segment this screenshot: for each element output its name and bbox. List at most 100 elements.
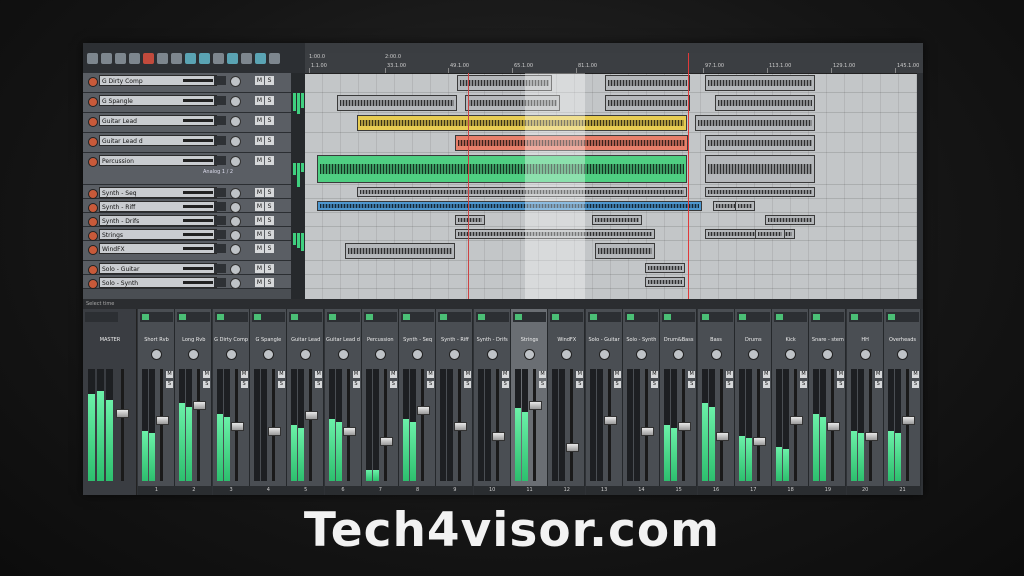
pan-knob[interactable] [230,264,241,275]
pan-knob[interactable] [230,216,241,227]
fx-insert-bar[interactable] [550,312,584,322]
mute-button[interactable]: M [874,371,882,378]
mute-button[interactable]: M [255,202,264,211]
mute-button[interactable]: M [352,371,360,378]
mute-button[interactable]: M [255,278,264,287]
pan-knob[interactable] [747,349,759,360]
solo-button[interactable]: S [912,381,919,388]
volume-fader[interactable] [156,416,169,426]
mute-button[interactable]: M [688,371,696,378]
pan-knob[interactable] [230,76,241,87]
fx-insert-bar[interactable] [886,312,919,322]
fx-enable-icon[interactable] [216,314,224,320]
volume-fader[interactable] [379,437,393,447]
mute-button[interactable]: M [725,371,733,378]
record-arm-button[interactable] [88,265,98,275]
volume-fader[interactable] [678,421,692,431]
solo-button[interactable]: S [265,278,274,287]
record-arm-button[interactable] [88,97,98,107]
solo-button[interactable]: S [265,76,274,85]
io-button[interactable] [214,264,226,273]
fx-enable-icon[interactable] [664,314,672,320]
mute-button[interactable]: M [255,116,264,125]
io-button[interactable] [214,116,226,125]
pan-knob[interactable] [486,349,498,360]
pan-knob[interactable] [262,349,274,360]
solo-button[interactable]: S [389,381,397,388]
record-arm-button[interactable] [88,245,98,255]
volume-fader[interactable] [454,421,468,431]
redo-icon[interactable] [171,52,182,64]
record-arm-button[interactable] [88,117,98,127]
record-arm-button[interactable] [88,189,98,199]
volume-slider[interactable] [183,119,213,122]
solo-button[interactable]: S [501,381,509,388]
fx-enable-icon[interactable] [813,314,821,320]
mute-button[interactable]: M [501,371,509,378]
fx-insert-bar[interactable] [736,312,770,322]
media-item[interactable] [345,243,455,259]
pan-knob[interactable] [230,230,241,241]
pan-knob[interactable] [188,349,200,360]
record-arm-button[interactable] [88,217,98,227]
mute-button[interactable]: M [203,371,211,378]
fx-enable-icon[interactable] [850,314,858,320]
media-item[interactable] [337,95,457,111]
fx-enable-icon[interactable] [179,314,187,320]
volume-slider[interactable] [183,139,213,142]
timeline-ruler[interactable]: 1.1.00 33.1.00 49.1.00 65.1.00 81.1.00 97.1.0… [305,53,923,74]
arrange-view[interactable]: 1.1.00 33.1.00 49.1.00 65.1.00 81.1.00 97.1.0… [305,53,923,299]
fx-enable-icon[interactable] [589,314,597,320]
solo-button[interactable]: S [265,156,274,165]
mute-button[interactable]: M [166,371,173,378]
ripple-icon[interactable] [213,52,224,64]
fx-insert-bar[interactable] [513,312,546,322]
mute-button[interactable]: M [315,371,323,378]
master-fader[interactable] [116,409,129,418]
mute-button[interactable]: M [837,371,845,378]
fx-enable-icon[interactable] [291,314,299,320]
pan-knob[interactable] [561,349,573,360]
pan-knob[interactable] [449,349,461,360]
fx-enable-icon[interactable] [738,314,746,320]
mute-button[interactable]: M [255,216,264,225]
track-lanes[interactable] [305,73,923,299]
mute-button[interactable]: M [255,230,264,239]
fx-insert-bar[interactable] [177,312,211,322]
media-item[interactable] [357,187,687,197]
pan-knob[interactable] [673,349,685,360]
solo-button[interactable]: S [265,116,274,125]
volume-fader[interactable] [529,400,542,410]
record-arm-button[interactable] [88,203,98,213]
lock-icon[interactable] [241,52,252,64]
mute-button[interactable]: M [277,371,285,378]
fx-insert-bar[interactable] [214,312,248,322]
pan-knob[interactable] [337,349,349,360]
mute-button[interactable]: M [255,96,264,105]
pan-knob[interactable] [822,349,834,360]
record-arm-button[interactable] [88,279,98,289]
fx-insert-bar[interactable] [475,312,509,322]
volume-fader[interactable] [491,432,505,441]
mute-button[interactable]: M [912,371,919,378]
volume-fader[interactable] [342,426,356,436]
fx-enable-icon[interactable] [142,314,149,320]
volume-slider[interactable] [183,267,213,270]
marker-icon[interactable] [269,52,280,64]
fx-insert-bar[interactable] [624,312,658,322]
fx-enable-icon[interactable] [701,314,709,320]
volume-fader[interactable] [230,421,244,431]
solo-button[interactable]: S [166,381,173,388]
volume-fader[interactable] [193,400,207,410]
volume-fader[interactable] [902,416,915,426]
solo-button[interactable]: S [725,381,733,388]
pan-knob[interactable] [230,278,241,289]
mute-button[interactable]: M [240,371,248,378]
pan-knob[interactable] [412,349,424,360]
pan-knob[interactable] [785,349,797,360]
mute-button[interactable]: M [389,371,397,378]
solo-button[interactable]: S [427,381,435,388]
media-item[interactable] [735,201,755,211]
volume-fader[interactable] [566,442,580,452]
io-button[interactable] [214,230,226,239]
